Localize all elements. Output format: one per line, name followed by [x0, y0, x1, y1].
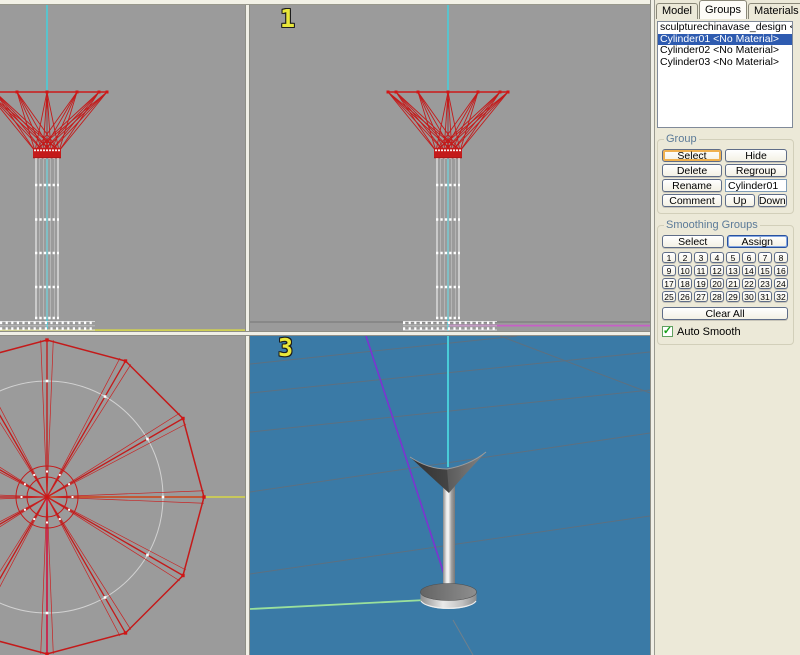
top-view-wireframe	[0, 336, 245, 655]
smoothing-group-13-button[interactable]: 13	[726, 265, 740, 276]
smoothing-group-15-button[interactable]: 15	[758, 265, 772, 276]
viewport-top[interactable]	[0, 336, 245, 655]
vertical-splitter[interactable]	[245, 5, 250, 655]
smoothing-group-31-button[interactable]: 31	[758, 291, 772, 302]
group-section-title: Group	[664, 134, 699, 145]
assign-button[interactable]: Assign	[727, 235, 789, 248]
checkmark-icon: ✓	[663, 327, 672, 336]
smoothing-group-8-button[interactable]: 8	[774, 252, 788, 263]
smoothing-group-29-button[interactable]: 29	[726, 291, 740, 302]
side-view-wireframe	[250, 5, 650, 331]
perspective-view-render	[250, 336, 650, 655]
list-item[interactable]: sculpturechinavase_design <No Mater	[658, 22, 792, 34]
smoothing-group-16-button[interactable]: 16	[774, 265, 788, 276]
tab-model[interactable]: Model	[656, 3, 698, 19]
rename-button[interactable]: Rename	[662, 179, 722, 192]
front-view-wireframe	[0, 5, 245, 331]
tab-materials[interactable]: Materials	[748, 3, 800, 19]
down-button[interactable]: Down	[758, 194, 788, 207]
smoothing-group-7-button[interactable]: 7	[758, 252, 772, 263]
smoothing-group-6-button[interactable]: 6	[742, 252, 756, 263]
smoothing-group-5-button[interactable]: 5	[726, 252, 740, 263]
group-buttons: Select Hide Delete Regroup Rename Commen…	[658, 140, 793, 213]
viewport-front[interactable]	[0, 5, 245, 331]
group-listbox[interactable]: sculpturechinavase_design <No MaterCylin…	[657, 21, 793, 128]
updown-buttons: Up Down	[725, 194, 787, 207]
auto-smooth-label: Auto Smooth	[677, 326, 741, 338]
smoothing-section-title: Smoothing Groups	[664, 220, 760, 231]
smoothing-group-3-button[interactable]: 3	[694, 252, 708, 263]
clear-all-button[interactable]: Clear All	[662, 307, 788, 320]
comment-button[interactable]: Comment	[662, 194, 722, 207]
smoothing-group-18-button[interactable]: 18	[678, 278, 692, 289]
rename-input[interactable]	[725, 179, 787, 192]
viewport-label-3: 3	[278, 336, 293, 360]
smoothing-group-28-button[interactable]: 28	[710, 291, 724, 302]
smoothing-group-9-button[interactable]: 9	[662, 265, 676, 276]
smoothing-group-2-button[interactable]: 2	[678, 252, 692, 263]
smoothing-group-21-button[interactable]: 21	[726, 278, 740, 289]
smoothing-select-button[interactable]: Select	[662, 235, 724, 248]
delete-button[interactable]: Delete	[662, 164, 722, 177]
smoothing-group-23-button[interactable]: 23	[758, 278, 772, 289]
regroup-button[interactable]: Regroup	[725, 164, 787, 177]
viewport-side[interactable]: 1	[250, 5, 650, 331]
list-item[interactable]: Cylinder02 <No Material>	[658, 45, 792, 57]
smoothing-group-27-button[interactable]: 27	[694, 291, 708, 302]
smoothing-group-30-button[interactable]: 30	[742, 291, 756, 302]
list-item[interactable]: Cylinder01 <No Material>	[658, 34, 792, 46]
smoothing-group-17-button[interactable]: 17	[662, 278, 676, 289]
smoothing-group-1-button[interactable]: 1	[662, 252, 676, 263]
hide-button[interactable]: Hide	[725, 149, 787, 162]
panel-tabs: ModelGroupsMaterialsJoints	[655, 0, 800, 19]
viewport-label-1: 1	[280, 7, 295, 31]
smoothing-group-4-button[interactable]: 4	[710, 252, 724, 263]
smoothing-group-12-button[interactable]: 12	[710, 265, 724, 276]
viewport-3d[interactable]: 3	[250, 336, 650, 655]
group-section: Group Select Hide Delete Regroup Rename …	[657, 139, 794, 214]
list-item[interactable]: Cylinder03 <No Material>	[658, 57, 792, 69]
smoothing-group-24-button[interactable]: 24	[774, 278, 788, 289]
smoothing-group-grid: 1234567891011121314151617181920212223242…	[662, 252, 788, 302]
smoothing-group-25-button[interactable]: 25	[662, 291, 676, 302]
smoothing-group-20-button[interactable]: 20	[710, 278, 724, 289]
smoothing-group-26-button[interactable]: 26	[678, 291, 692, 302]
auto-smooth-checkbox[interactable]: ✓	[662, 326, 673, 337]
tab-groups[interactable]: Groups	[699, 0, 747, 19]
smoothing-group-10-button[interactable]: 10	[678, 265, 692, 276]
smoothing-group-32-button[interactable]: 32	[774, 291, 788, 302]
smoothing-group-19-button[interactable]: 19	[694, 278, 708, 289]
app-window: 1 3 ModelGroupsMaterialsJoints sculpture…	[0, 0, 800, 655]
smoothing-group-14-button[interactable]: 14	[742, 265, 756, 276]
smoothing-group-22-button[interactable]: 22	[742, 278, 756, 289]
up-button[interactable]: Up	[725, 194, 755, 207]
select-button[interactable]: Select	[662, 149, 722, 162]
side-panel: ModelGroupsMaterialsJoints sculpturechin…	[655, 0, 800, 655]
smoothing-groups-section: Smoothing Groups Select Assign 123456789…	[657, 225, 794, 345]
smoothing-group-11-button[interactable]: 11	[694, 265, 708, 276]
horizontal-splitter[interactable]	[0, 331, 650, 336]
